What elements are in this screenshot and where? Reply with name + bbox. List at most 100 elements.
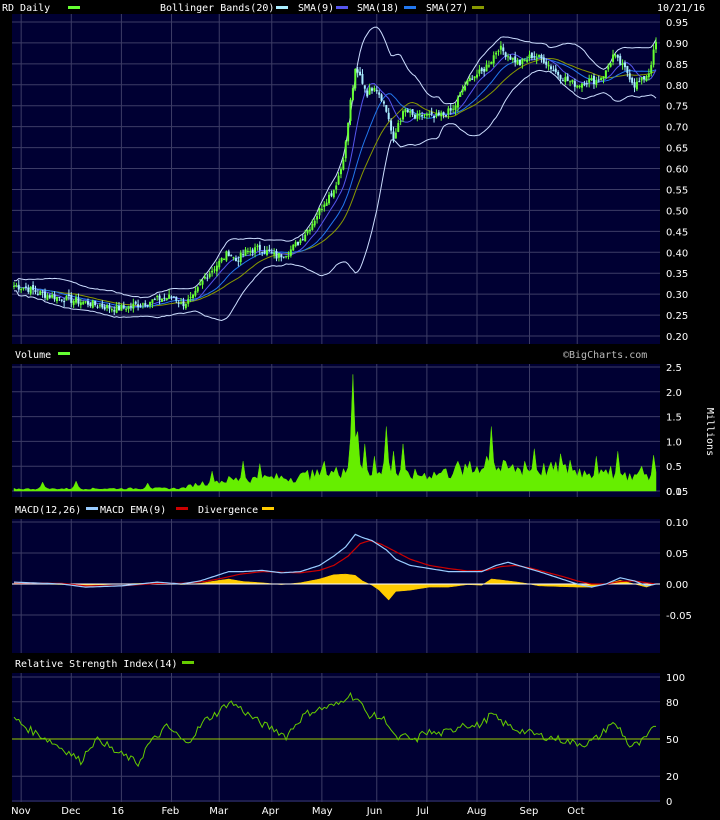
candle-body [118,305,121,311]
sma18-legend-swatch [404,6,416,9]
candle-body [239,252,242,263]
candle-body [101,303,104,308]
candle-body [191,294,194,299]
candle-body [375,89,378,92]
candle-body [63,301,66,303]
candle-body [368,87,371,95]
candle-body [304,234,307,242]
candle-body [215,265,218,272]
candle-body [509,56,512,60]
candle-body [497,50,500,52]
candle-body [402,111,405,120]
candle-body [60,299,63,301]
candle-body [597,79,600,81]
candle-body [538,55,541,57]
candle-body [24,286,27,288]
candle-body [635,81,638,90]
candle-body [180,302,183,304]
candle-body [84,301,87,303]
x-tick-label: May [312,806,333,817]
candle-body [602,76,605,79]
candle-body [141,303,144,305]
candle-body [468,77,471,82]
macd-title: MACD(12,26) [15,505,81,516]
bb-legend-swatch [276,6,288,9]
x-tick-label: Jul [416,806,429,817]
candle-body [139,305,142,307]
candle-body [32,285,35,290]
candle-body [158,295,161,301]
candle-body [413,114,416,119]
candle-body [471,78,474,80]
candle-body [633,82,636,88]
candle-body [242,254,245,256]
candle-body [44,291,47,298]
candle-body [328,194,331,204]
macd-tick-label: 0.15 [666,487,688,498]
candle-body [425,113,428,116]
candle-body [149,301,152,306]
candle-body [187,298,190,304]
candle-body [297,241,300,245]
candle-body [249,251,252,253]
candle-body [96,306,99,308]
candle-body [20,288,23,291]
candle-body [640,77,643,81]
candle-body [230,255,233,257]
x-tick-label: Mar [209,806,229,817]
rsi-legend-swatch [182,661,194,664]
candle-body [110,309,113,311]
candle-body [299,239,302,244]
candle-body [122,305,125,308]
candle-body [265,250,268,255]
candle-body [361,73,364,84]
candle-body [573,81,576,87]
candle-body [263,250,266,254]
candle-body [528,54,531,59]
macd-tick-label: 0.00 [666,580,688,591]
candle-body [213,269,216,271]
candle-body [628,73,631,80]
candle-body [373,88,376,91]
candle-body [428,114,431,116]
price-tick-label: 0.25 [666,311,688,322]
macd-legend-swatch [86,507,98,510]
volume-tick-label: 0.5 [666,462,682,473]
candle-body [75,297,78,303]
candle-body [165,297,168,300]
candle-body [521,59,524,64]
candle-body [621,63,624,65]
candle-body [144,303,147,306]
candle-body [211,270,214,273]
price-tick-label: 0.35 [666,269,688,280]
volume-tick-label: 2.5 [666,363,682,374]
candle-body [645,76,648,82]
price-tick-label: 0.45 [666,227,688,238]
candle-body [449,108,452,111]
candle-body [332,190,335,198]
candle-body [557,72,560,76]
candle-body [125,309,128,311]
macd-tick-label: 0.05 [666,549,688,560]
candle-body [113,310,116,312]
candle-body [466,79,469,85]
candle-body [254,247,257,253]
candle-body [409,111,412,113]
sma27-label: SMA(27) [426,3,468,14]
candle-body [208,273,211,278]
volume-unit-label: Millions [704,408,715,456]
candle-body [359,71,362,76]
candle-body [86,301,89,305]
candle-body [507,56,510,58]
candle-body [51,294,54,298]
candle-body [566,76,569,81]
candle-body [440,112,443,117]
candle-body [335,185,338,190]
candle-body [46,295,49,300]
candle-body [199,283,202,286]
price-tick-label: 0.95 [666,18,688,29]
candle-body [22,287,25,289]
candle-body [516,60,519,65]
candle-body [160,298,163,302]
price-tick-label: 0.50 [666,206,688,217]
